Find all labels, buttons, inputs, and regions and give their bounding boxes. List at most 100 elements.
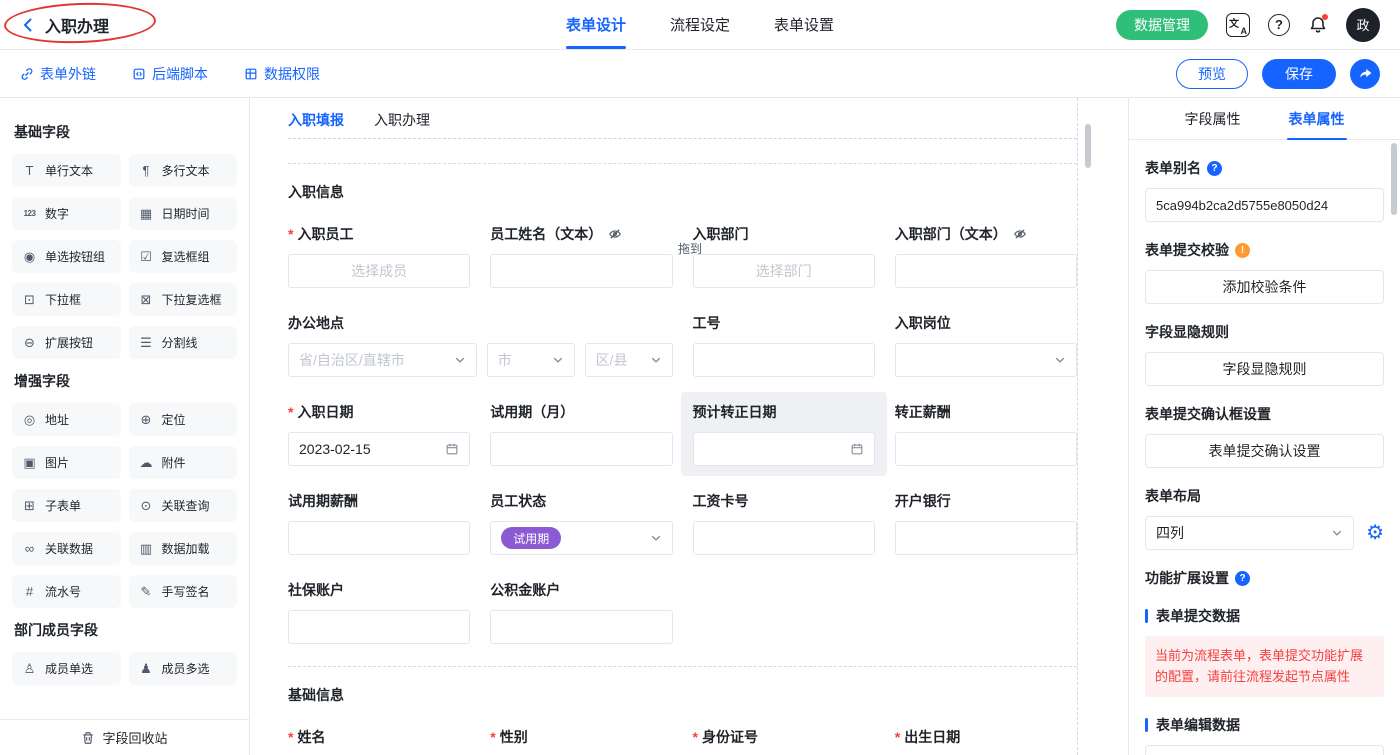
palette-item[interactable]: T单行文本 xyxy=(12,154,121,187)
prop-action-button[interactable]: 表单提交确认设置 xyxy=(1145,434,1384,468)
text-input[interactable] xyxy=(693,343,875,377)
region-select[interactable]: 区/县 xyxy=(585,343,673,377)
text-input[interactable] xyxy=(693,521,875,555)
prop-text-input[interactable]: 5ca994b2ca2d5755e8050d24 xyxy=(1145,188,1384,222)
toolbar-link-1[interactable]: 表单外链 xyxy=(20,64,96,84)
form-field[interactable]: 社保账户 xyxy=(288,580,470,644)
script-icon xyxy=(132,67,146,81)
form-field[interactable]: 工资卡号 xyxy=(693,491,875,555)
language-icon[interactable] xyxy=(1226,13,1250,37)
form-field[interactable]: 员工状态试用期 xyxy=(490,491,672,555)
palette-item[interactable]: ☁附件 xyxy=(129,446,238,479)
text-input[interactable] xyxy=(490,254,672,288)
help-icon[interactable] xyxy=(1235,571,1250,586)
prop-action-button[interactable]: 字段显隐规则 xyxy=(1145,352,1384,386)
top-tab-2[interactable]: 流程设定 xyxy=(670,0,730,49)
attachment-icon: ☁ xyxy=(138,455,155,471)
prop-action-button[interactable]: 添加校验条件 xyxy=(1145,270,1384,304)
palette-item[interactable]: ▥数据加载 xyxy=(129,532,238,565)
text-input[interactable] xyxy=(288,610,470,644)
help-icon[interactable]: ? xyxy=(1268,14,1290,36)
region-select[interactable]: 市 xyxy=(487,343,575,377)
form-field[interactable]: *身份证号 xyxy=(693,727,875,755)
bell-icon[interactable] xyxy=(1308,15,1328,35)
warning-icon[interactable] xyxy=(1235,243,1250,258)
palette-item[interactable]: ⊞子表单 xyxy=(12,489,121,522)
avatar[interactable]: 政 xyxy=(1346,8,1380,42)
region-select[interactable]: 省/自治区/直辖市 xyxy=(288,343,477,377)
props-tab-2[interactable]: 表单属性 xyxy=(1287,98,1347,139)
text-input[interactable] xyxy=(895,254,1077,288)
palette-item[interactable]: ✎手写签名 xyxy=(129,575,238,608)
help-icon[interactable] xyxy=(1207,161,1222,176)
form-field[interactable]: *入职日期2023-02-15 xyxy=(288,402,470,466)
form-field[interactable]: 公积金账户 xyxy=(490,580,672,644)
text-input[interactable] xyxy=(895,521,1077,555)
toolbar-link-3[interactable]: 数据权限 xyxy=(244,64,320,84)
form-field[interactable]: *出生日期2023-02-15 xyxy=(895,727,1077,755)
text-input[interactable] xyxy=(895,432,1077,466)
form-field[interactable]: 试用期（月） xyxy=(490,402,672,466)
palette-item[interactable]: ¶多行文本 xyxy=(129,154,238,187)
canvas-tab-1[interactable]: 入职填报 xyxy=(288,110,344,130)
palette-item[interactable]: ☰分割线 xyxy=(129,326,238,359)
palette-item[interactable]: ▦日期时间 xyxy=(129,197,238,230)
props-scrollbar[interactable] xyxy=(1391,143,1397,215)
palette-item[interactable]: ☑复选框组 xyxy=(129,240,238,273)
data-manage-button[interactable]: 数据管理 xyxy=(1116,10,1208,40)
form-field[interactable]: 入职部门选择部门 xyxy=(693,224,875,288)
prop-partial-box[interactable] xyxy=(1145,745,1384,755)
share-button[interactable] xyxy=(1350,59,1380,89)
palette-item[interactable]: ◉单选按钮组 xyxy=(12,240,121,273)
prop-subheader-text: 表单编辑数据 xyxy=(1156,715,1240,735)
form-field[interactable]: 工号 xyxy=(693,313,875,377)
text-input[interactable] xyxy=(490,432,672,466)
field-recycle-bin[interactable]: 字段回收站 xyxy=(0,719,249,755)
date-picker[interactable] xyxy=(693,432,875,466)
form-field[interactable]: 预计转正日期 xyxy=(681,392,887,476)
form-field[interactable]: 办公地点省/自治区/直辖市市区/县 xyxy=(288,313,673,377)
form-field[interactable]: *入职员工选择成员 xyxy=(288,224,470,288)
palette-item[interactable]: ⊠下拉复选框 xyxy=(129,283,238,316)
canvas-scrollbar[interactable] xyxy=(1085,124,1091,168)
palette-item[interactable]: ∞关联数据 xyxy=(12,532,121,565)
canvas-tab-2[interactable]: 入职办理 xyxy=(374,110,430,130)
palette-item[interactable]: ⊡下拉框 xyxy=(12,283,121,316)
top-tab-1[interactable]: 表单设计 xyxy=(566,0,626,49)
form-canvas[interactable]: 入职填报入职办理 入职信息*入职员工选择成员员工姓名（文本）入职部门选择部门入职… xyxy=(250,98,1128,755)
dept-picker[interactable]: 选择部门 xyxy=(693,254,875,288)
palette-item[interactable]: #流水号 xyxy=(12,575,121,608)
props-tab-1[interactable]: 字段属性 xyxy=(1183,98,1243,139)
palette-item[interactable]: ♙成员单选 xyxy=(12,652,121,685)
top-tab-3[interactable]: 表单设置 xyxy=(774,0,834,49)
palette-item[interactable]: ⊖扩展按钮 xyxy=(12,326,121,359)
gear-icon[interactable]: ⚙ xyxy=(1366,523,1384,543)
preview-button[interactable]: 预览 xyxy=(1176,59,1248,89)
form-field[interactable]: *姓名 xyxy=(288,727,470,755)
layout-select[interactable]: 四列 xyxy=(1145,516,1354,550)
text-input[interactable] xyxy=(490,610,672,644)
palette-item[interactable]: ⊕定位 xyxy=(129,403,238,436)
palette-item[interactable]: ⊙关联查询 xyxy=(129,489,238,522)
form-field[interactable]: *性别 xyxy=(490,727,672,755)
text-input[interactable] xyxy=(288,521,470,555)
form-field[interactable]: 转正薪酬 xyxy=(895,402,1077,466)
form-field[interactable]: 入职部门（文本） xyxy=(895,224,1077,288)
status-select[interactable]: 试用期 xyxy=(490,521,672,555)
date-picker[interactable]: 2023-02-15 xyxy=(288,432,470,466)
member-picker[interactable]: 选择成员 xyxy=(288,254,470,288)
back-chevron-icon[interactable] xyxy=(20,17,36,33)
form-field[interactable]: 员工姓名（文本） xyxy=(490,224,672,288)
toolbar-link-2[interactable]: 后端脚本 xyxy=(132,64,208,84)
save-button[interactable]: 保存 xyxy=(1262,59,1336,89)
palette-item[interactable]: ♟成员多选 xyxy=(129,652,238,685)
form-field[interactable]: 开户银行 xyxy=(895,491,1077,555)
form-field[interactable]: 入职岗位 xyxy=(895,313,1077,377)
field-label-text: 工号 xyxy=(693,313,721,333)
select-input[interactable] xyxy=(895,343,1077,377)
palette-item-label: 子表单 xyxy=(45,497,81,514)
palette-item[interactable]: 123数字 xyxy=(12,197,121,230)
form-field[interactable]: 试用期薪酬 xyxy=(288,491,470,555)
palette-item[interactable]: ◎地址 xyxy=(12,403,121,436)
palette-item[interactable]: ▣图片 xyxy=(12,446,121,479)
